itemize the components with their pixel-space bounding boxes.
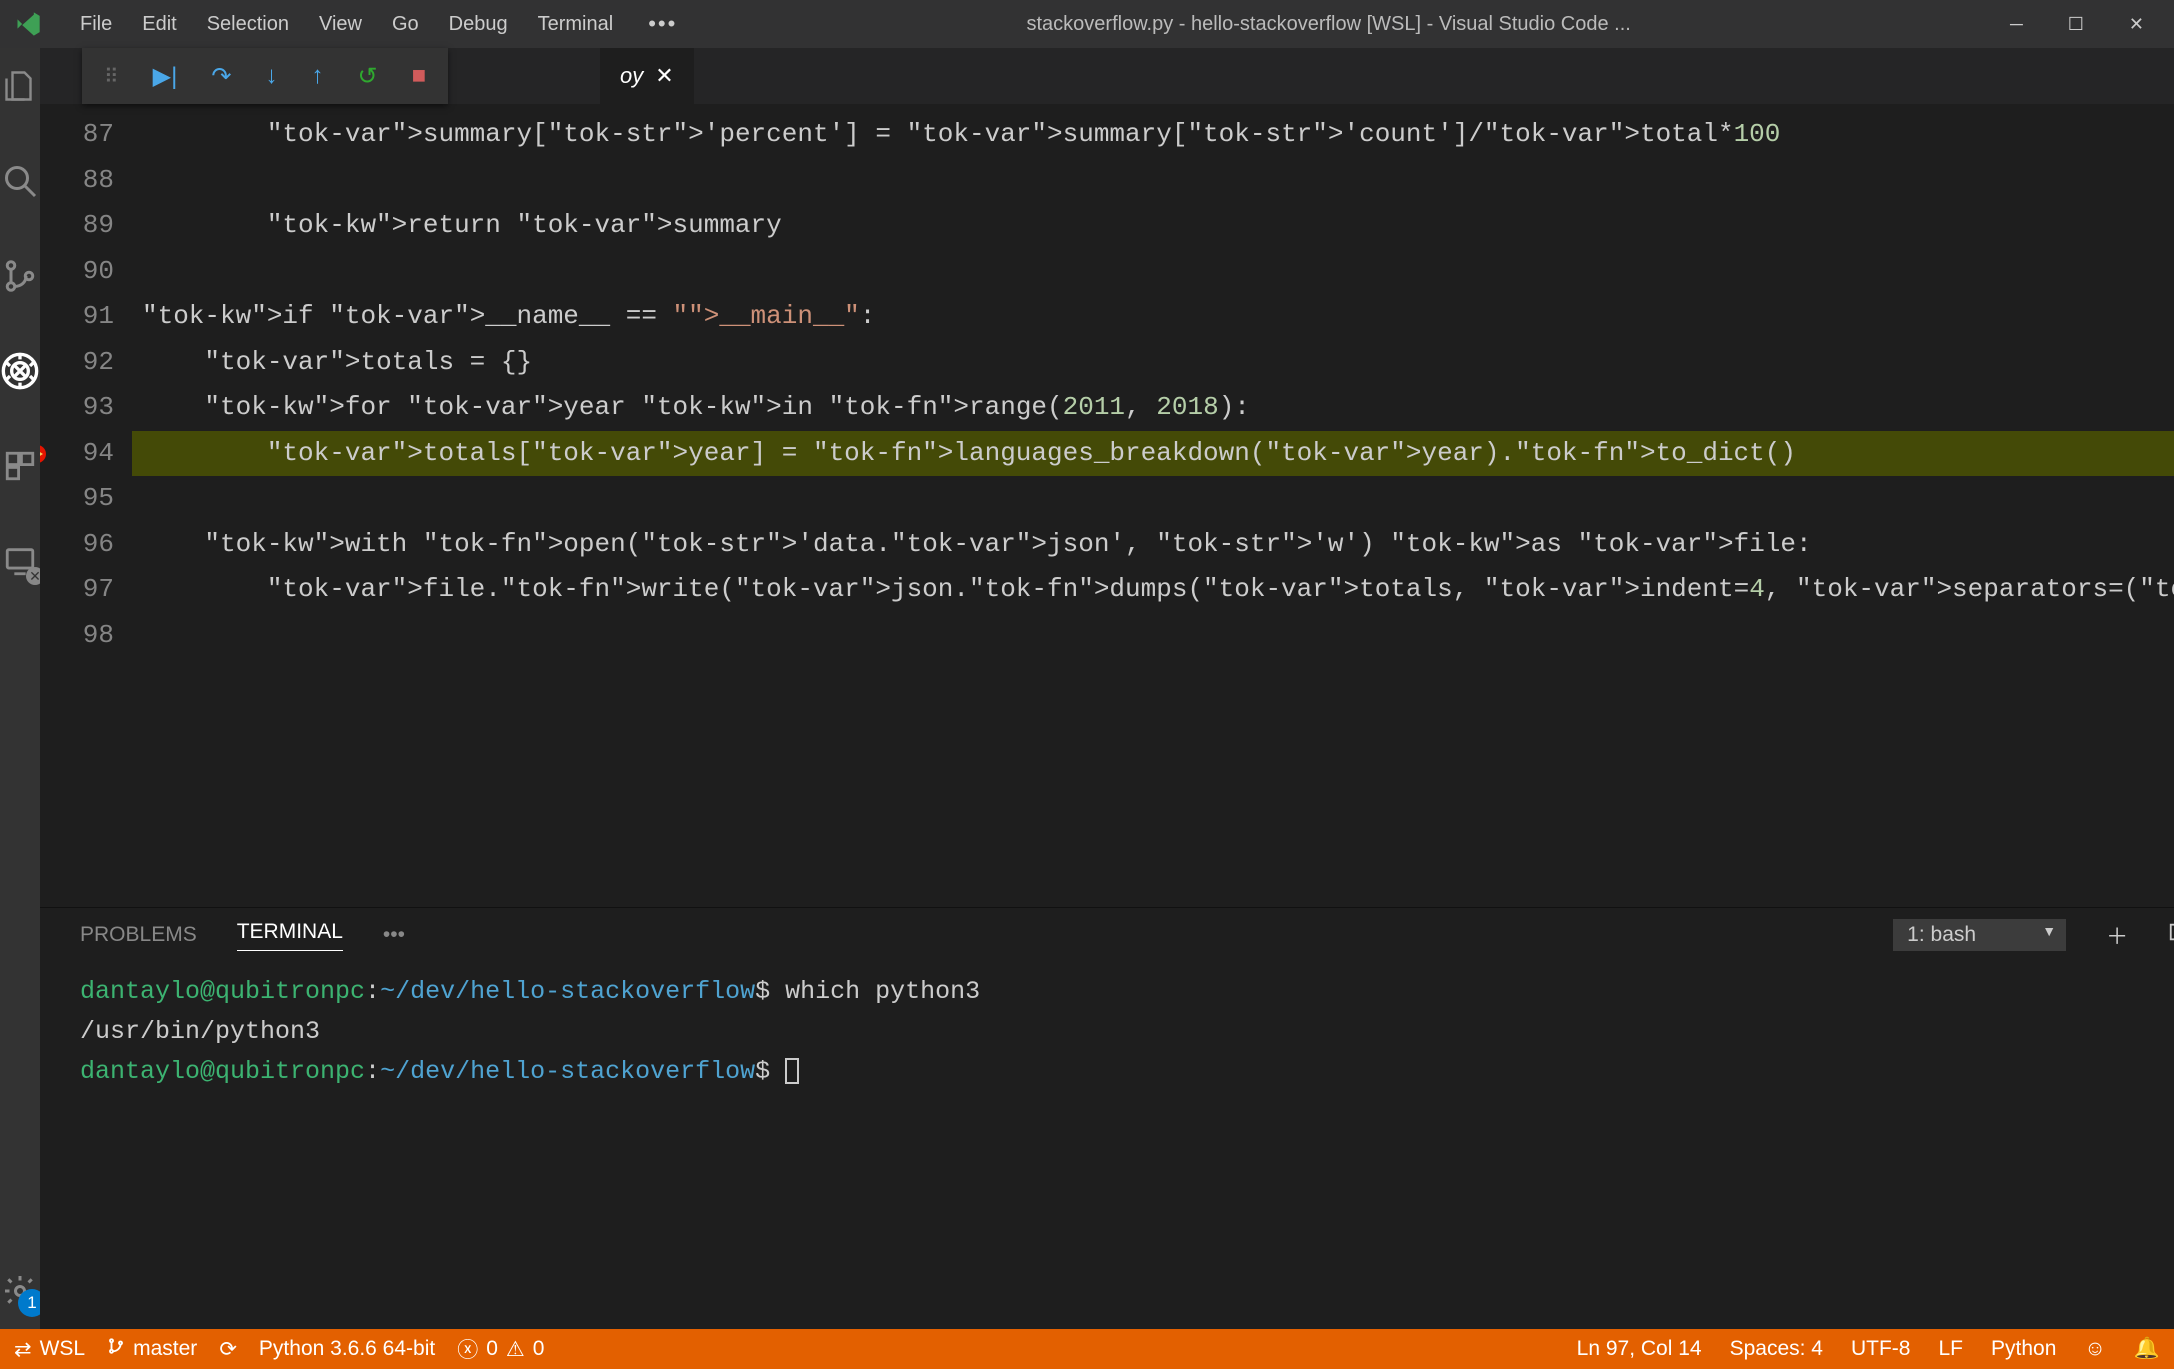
split-terminal-icon[interactable] xyxy=(2168,921,2174,949)
problems-status[interactable]: ⓧ0 ⚠0 xyxy=(457,1334,544,1364)
step-over-icon[interactable]: ↷ xyxy=(211,62,231,91)
editor-area: ⠿ ▶| ↷ ↓ ↑ ↺ ■ oy ✕ ••• 8788899091929394… xyxy=(40,48,2174,1329)
language-status[interactable]: Python xyxy=(1991,1337,2056,1361)
panel: PROBLEMS TERMINAL ••• 1: bash ＋ ⌃ ✕ dant… xyxy=(40,907,2174,1329)
feedback-icon[interactable]: ☺ xyxy=(2084,1337,2105,1361)
code-editor[interactable]: 878889909192939495969798 "tok-var">summa… xyxy=(40,104,2174,907)
menu-terminal[interactable]: Terminal xyxy=(538,13,614,36)
window-title: stackoverflow.py - hello-stackoverflow [… xyxy=(677,13,1980,36)
activity-bar: ✕ 1 xyxy=(0,48,40,1329)
extensions-icon[interactable] xyxy=(0,446,40,486)
terminal-body[interactable]: dantaylo@qubitronpc:~/dev/hello-stackove… xyxy=(40,962,2174,1329)
window-controls: ─ ☐ ✕ xyxy=(1980,14,2174,35)
debug-toolbar[interactable]: ⠿ ▶| ↷ ↓ ↑ ↺ ■ xyxy=(82,48,448,104)
remote-indicator-icon: ⇄ xyxy=(14,1337,32,1362)
source-control-icon[interactable] xyxy=(0,256,40,296)
titlebar: File Edit Selection View Go Debug Termin… xyxy=(0,0,2174,48)
sync-status[interactable]: ⟳ xyxy=(219,1337,237,1362)
editor-tab[interactable]: oy ✕ xyxy=(600,48,694,104)
minimize-icon[interactable]: ─ xyxy=(2010,14,2023,35)
menu-file[interactable]: File xyxy=(80,13,112,36)
terminal-cursor xyxy=(785,1058,799,1084)
menu-bar: File Edit Selection View Go Debug Termin… xyxy=(55,13,613,36)
menu-selection[interactable]: Selection xyxy=(207,13,289,36)
status-bar: ⇄WSL master ⟳ Python 3.6.6 64-bit ⓧ0 ⚠0 … xyxy=(0,1329,2174,1369)
terminal-select[interactable]: 1: bash xyxy=(1893,919,2066,951)
python-interpreter-status[interactable]: Python 3.6.6 64-bit xyxy=(259,1337,435,1361)
git-branch-icon xyxy=(107,1337,125,1361)
eol-status[interactable]: LF xyxy=(1938,1337,1963,1361)
code-content[interactable]: "tok-var">summary["tok-str">'percent'] =… xyxy=(132,104,2174,907)
remote-icon[interactable]: ✕ xyxy=(0,541,40,581)
error-icon: ⓧ xyxy=(457,1334,478,1364)
problems-tab[interactable]: PROBLEMS xyxy=(80,923,197,947)
indentation-status[interactable]: Spaces: 4 xyxy=(1730,1337,1823,1361)
panel-overflow-icon[interactable]: ••• xyxy=(383,923,405,947)
remote-status[interactable]: ⇄WSL xyxy=(14,1337,85,1362)
terminal-tab[interactable]: TERMINAL xyxy=(237,920,343,951)
git-branch-status[interactable]: master xyxy=(107,1337,197,1361)
settings-gear-icon[interactable]: 1 xyxy=(0,1271,40,1311)
menu-debug[interactable]: Debug xyxy=(449,13,508,36)
tab-close-icon[interactable]: ✕ xyxy=(655,63,673,89)
debug-toolbar-grip-icon[interactable]: ⠿ xyxy=(104,64,119,89)
maximize-icon[interactable]: ☐ xyxy=(2068,14,2084,35)
tab-title: oy xyxy=(620,63,643,89)
explorer-icon[interactable] xyxy=(0,66,40,106)
debug-icon[interactable] xyxy=(0,351,40,391)
step-out-icon[interactable]: ↑ xyxy=(311,62,323,90)
sync-icon: ⟳ xyxy=(219,1337,237,1362)
step-into-icon[interactable]: ↓ xyxy=(265,62,277,90)
close-icon[interactable]: ✕ xyxy=(2129,14,2144,35)
notifications-icon[interactable]: 🔔 xyxy=(2134,1337,2160,1361)
cursor-position-status[interactable]: Ln 97, Col 14 xyxy=(1577,1337,1702,1361)
menu-overflow-icon[interactable]: ••• xyxy=(648,11,677,37)
menu-go[interactable]: Go xyxy=(392,13,419,36)
encoding-status[interactable]: UTF-8 xyxy=(1851,1337,1911,1361)
vscode-logo-icon xyxy=(0,10,55,38)
panel-tabs: PROBLEMS TERMINAL ••• 1: bash ＋ ⌃ ✕ xyxy=(40,908,2174,962)
menu-view[interactable]: View xyxy=(319,13,362,36)
stop-icon[interactable]: ■ xyxy=(412,62,427,90)
warning-icon: ⚠ xyxy=(506,1337,525,1362)
restart-icon[interactable]: ↺ xyxy=(357,62,377,91)
search-icon[interactable] xyxy=(0,161,40,201)
editor-tabs: ⠿ ▶| ↷ ↓ ↑ ↺ ■ oy ✕ ••• xyxy=(40,48,2174,104)
menu-edit[interactable]: Edit xyxy=(142,13,176,36)
new-terminal-icon[interactable]: ＋ xyxy=(2106,919,2128,951)
line-gutter: 878889909192939495969798 xyxy=(40,104,132,907)
continue-icon[interactable]: ▶| xyxy=(153,62,178,91)
